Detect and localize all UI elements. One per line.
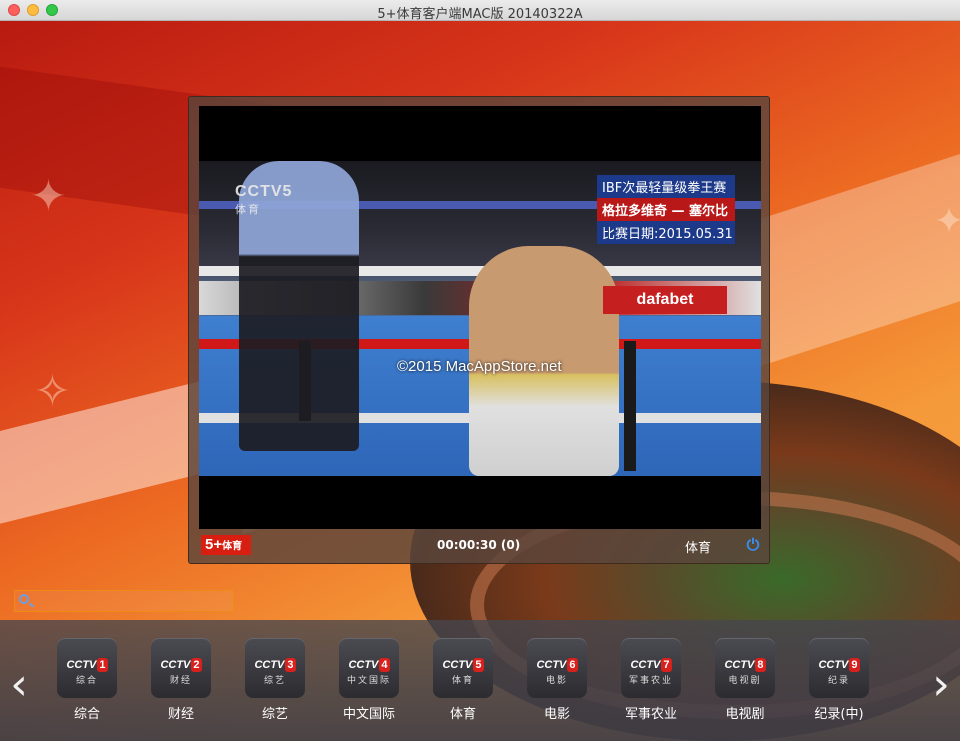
video-screen[interactable]: CCTV5 体育 IBF次最轻量级拳王赛 格拉多维奇 — 塞尔比 比赛日期:20… bbox=[199, 106, 761, 529]
channel-name: 中文国际 bbox=[342, 707, 395, 722]
scroll-right-arrow-icon[interactable]: › bbox=[924, 662, 958, 708]
playback-time: 00:00:30 (0) bbox=[437, 538, 521, 552]
channel-logo-sub: 体育 bbox=[235, 204, 261, 216]
channel-number: 5 bbox=[473, 658, 484, 672]
cctv-logo-icon: CCTV 2 bbox=[156, 658, 206, 672]
channel-name: 体育 bbox=[449, 707, 476, 722]
channel-number: 3 bbox=[285, 658, 296, 672]
cctv-logo-icon: CCTV 1 bbox=[62, 658, 112, 672]
channel-tile-sub: 纪录 bbox=[827, 676, 850, 686]
channel-tile[interactable]: CCTV 4 中文国际 bbox=[339, 638, 399, 698]
athlete-icon: ✦ bbox=[934, 201, 960, 242]
category-label[interactable]: 体育 bbox=[685, 537, 711, 556]
brand-logo: 5+体育 bbox=[201, 535, 251, 555]
channel-tile[interactable]: CCTV 9 纪录 bbox=[809, 638, 869, 698]
channel-tile-sub: 军事农业 bbox=[628, 676, 673, 686]
video-player: CCTV5 体育 IBF次最轻量级拳王赛 格拉多维奇 — 塞尔比 比赛日期:20… bbox=[188, 96, 770, 564]
search-icon bbox=[19, 594, 29, 604]
window-title: 5+体育客户端MAC版 20140322A bbox=[377, 7, 583, 22]
channel-tile[interactable]: CCTV 6 电影 bbox=[527, 638, 587, 698]
channel-item[interactable]: CCTV 7 军事农业 军事农业 bbox=[606, 638, 696, 722]
cctv-logo-icon: CCTV 5 bbox=[438, 658, 488, 672]
cctv-logo-icon: CCTV 7 bbox=[626, 658, 676, 672]
channel-item[interactable]: CCTV 1 综合 综合 bbox=[42, 638, 132, 722]
channel-watermark-logo: CCTV5 体育 bbox=[235, 183, 292, 217]
cctv-logo-icon: CCTV 6 bbox=[532, 658, 582, 672]
channel-number: 4 bbox=[379, 658, 390, 672]
channel-item[interactable]: CCTV 9 纪录纪录(中) bbox=[794, 638, 884, 722]
channel-badge-prefix: CCTV bbox=[442, 659, 473, 671]
video-watermark: ©2015 MacAppStore.net bbox=[397, 358, 562, 375]
channel-tile[interactable]: CCTV 2 财经 bbox=[151, 638, 211, 698]
channel-badge-prefix: CCTV bbox=[630, 659, 661, 671]
channel-tile-sub: 电影 bbox=[545, 676, 568, 686]
title-bar[interactable]: 5+体育客户端MAC版 20140322A bbox=[0, 0, 960, 22]
channel-name: 军事农业 bbox=[624, 707, 677, 722]
channel-number: 2 bbox=[191, 658, 202, 672]
match-fighters: 格拉多维奇 — 塞尔比 bbox=[597, 198, 735, 221]
channel-number: 8 bbox=[755, 658, 766, 672]
match-title: IBF次最轻量级拳王赛 bbox=[597, 175, 735, 198]
sponsor-banner: dafabet bbox=[603, 286, 727, 314]
channel-item[interactable]: CCTV 6 电影 电影 bbox=[512, 638, 602, 722]
channel-tile-sub: 综合 bbox=[75, 676, 98, 686]
channel-name: 综艺 bbox=[261, 707, 288, 722]
channel-badge-prefix: CCTV bbox=[348, 659, 379, 671]
cctv-logo-icon: CCTV 9 bbox=[814, 658, 864, 672]
channel-logo-text: CCTV5 bbox=[235, 183, 293, 200]
channel-item[interactable]: CCTV 4 中文国际 中文国际 bbox=[324, 638, 414, 722]
search-input[interactable] bbox=[35, 592, 231, 612]
channel-badge-prefix: CCTV bbox=[160, 659, 191, 671]
match-info-overlay: IBF次最轻量级拳王赛 格拉多维奇 — 塞尔比 比赛日期:2015.05.31 bbox=[597, 175, 735, 244]
match-date: 比赛日期:2015.05.31 bbox=[597, 221, 735, 244]
brand-sub: 体育 bbox=[222, 541, 243, 552]
channel-item[interactable]: CCTV 2 财经 财经 bbox=[136, 638, 226, 722]
channel-item[interactable]: CCTV 5 体育 体育 bbox=[418, 638, 508, 722]
channel-number: 1 bbox=[97, 658, 108, 672]
channel-badge-prefix: CCTV bbox=[536, 659, 567, 671]
channel-item[interactable]: CCTV 3 综艺 综艺 bbox=[230, 638, 320, 722]
scroll-left-arrow-icon[interactable]: ‹ bbox=[2, 662, 36, 708]
search-box[interactable] bbox=[14, 590, 234, 612]
channel-tile-sub: 体育 bbox=[451, 676, 474, 686]
cctv-logo-icon: CCTV 8 bbox=[720, 658, 770, 672]
channel-badge-prefix: CCTV bbox=[724, 659, 755, 671]
channel-number: 7 bbox=[661, 658, 672, 672]
channel-tile-sub: 电视剧 bbox=[728, 676, 762, 686]
power-icon[interactable]: ⏻ bbox=[744, 536, 762, 554]
app-window: 5+体育客户端MAC版 20140322A ✦ ✧ ✦ CCTV5 体育 IBF… bbox=[0, 0, 960, 741]
cctv-logo-icon: CCTV 4 bbox=[344, 658, 394, 672]
ring-post bbox=[624, 341, 636, 471]
channel-badge-prefix: CCTV bbox=[254, 659, 285, 671]
gymnast-icon: ✧ bbox=[34, 366, 71, 417]
channel-tile[interactable]: CCTV 3 综艺 bbox=[245, 638, 305, 698]
channel-number: 9 bbox=[849, 658, 860, 672]
channel-tile[interactable]: CCTV 8 电视剧 bbox=[715, 638, 775, 698]
channel-number: 6 bbox=[567, 658, 578, 672]
channel-badge-prefix: CCTV bbox=[818, 659, 849, 671]
channel-badge-prefix: CCTV bbox=[66, 659, 97, 671]
channel-bar: ‹ CCTV 1 综合 综合 CCTV 2 财经 财经 CCTV 3 综艺 综艺 CCTV 4 中文国际 中文… bbox=[0, 620, 960, 741]
channel-item[interactable]: CCTV 8 电视剧 电视剧 bbox=[700, 638, 790, 722]
channel-tile[interactable]: CCTV 7 军事农业 bbox=[621, 638, 681, 698]
video-frame[interactable]: CCTV5 体育 IBF次最轻量级拳王赛 格拉多维奇 — 塞尔比 比赛日期:20… bbox=[199, 161, 761, 476]
channel-name: 财经 bbox=[167, 707, 194, 722]
channel-name: 综合 bbox=[73, 707, 100, 722]
channel-tile[interactable]: CCTV 1 综合 bbox=[57, 638, 117, 698]
channel-name: 纪录(中) bbox=[814, 707, 864, 722]
cctv-logo-icon: CCTV 3 bbox=[250, 658, 300, 672]
channel-name: 电影 bbox=[543, 707, 570, 722]
player-controls: 5+体育 00:00:30 (0) 体育 ⏻ bbox=[199, 533, 761, 559]
channel-tile-sub: 财经 bbox=[169, 676, 192, 686]
channel-tile-sub: 中文国际 bbox=[346, 676, 391, 686]
channel-tile[interactable]: CCTV 5 体育 bbox=[433, 638, 493, 698]
brand-main: 5+ bbox=[205, 536, 223, 553]
channel-name: 电视剧 bbox=[725, 707, 765, 722]
channel-tile-sub: 综艺 bbox=[263, 676, 286, 686]
tennis-player-icon: ✦ bbox=[30, 171, 67, 222]
